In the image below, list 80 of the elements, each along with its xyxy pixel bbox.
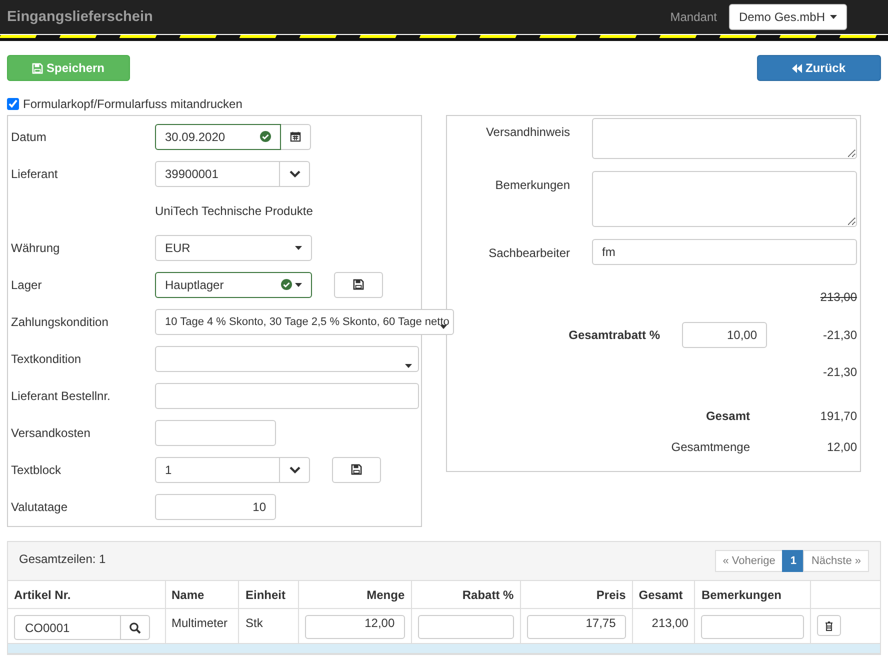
field-label: Lieferant bbox=[10, 166, 59, 180]
column-header: Rabatt % bbox=[411, 581, 520, 608]
page-button[interactable]: « Voherige bbox=[714, 550, 784, 572]
lookup-field[interactable]: 39900001 bbox=[155, 160, 280, 186]
input-field[interactable] bbox=[155, 382, 419, 408]
total-value: 191,70 bbox=[819, 409, 857, 423]
subtotal-value: 213,00 bbox=[820, 290, 857, 304]
floppy-icon bbox=[351, 464, 362, 475]
page-button[interactable]: 1 bbox=[782, 550, 804, 572]
remark-input[interactable] bbox=[701, 615, 804, 639]
column-header: Einheit bbox=[238, 581, 298, 608]
caret-icon bbox=[295, 246, 302, 250]
quantity-value: 12,00 bbox=[826, 440, 857, 454]
back-button[interactable]: Zurück bbox=[757, 55, 881, 81]
cell-input[interactable]: 17,75 bbox=[526, 615, 626, 639]
input-field[interactable]: fm bbox=[592, 239, 857, 265]
discount-label: Gesamtrabatt % bbox=[568, 328, 660, 342]
discount-input[interactable]: 10,00 bbox=[682, 322, 767, 348]
chevron-down-icon bbox=[288, 170, 300, 178]
checkbox-label: Formularkopf/Formularfuss mitandrucken bbox=[23, 97, 242, 111]
double-arrow-left-icon bbox=[792, 64, 802, 72]
page-button[interactable]: Nächste » bbox=[803, 550, 869, 572]
calendar-button[interactable] bbox=[281, 124, 311, 150]
field-label: Textkondition bbox=[10, 352, 82, 366]
row-count: Gesamtzeilen: 1 bbox=[19, 552, 106, 568]
page-title: Eingangslieferschein bbox=[7, 9, 154, 25]
floppy-icon bbox=[353, 279, 364, 290]
column-header: Artikel Nr. bbox=[8, 581, 166, 608]
date-field[interactable]: 30.09.2020 bbox=[155, 124, 281, 150]
select-field[interactable]: EUR bbox=[155, 234, 312, 260]
field-label: Versandkosten bbox=[10, 426, 92, 440]
save-button[interactable] bbox=[332, 456, 381, 482]
input-field[interactable] bbox=[155, 420, 276, 446]
check-circle-icon bbox=[281, 279, 292, 290]
mandant-label: Mandant bbox=[670, 10, 717, 24]
supplier-name: UniTech Technische Produkte bbox=[155, 204, 313, 218]
chevron-down-icon bbox=[288, 466, 300, 474]
print-checkbox[interactable] bbox=[7, 98, 19, 110]
field-label: Lager bbox=[10, 278, 43, 292]
field-label: Versandhinweis bbox=[484, 124, 570, 141]
column-header: Preis bbox=[520, 581, 632, 608]
column-header: Menge bbox=[298, 581, 412, 608]
check-circle-icon bbox=[260, 131, 271, 142]
field-label: Sachbearbeiter bbox=[488, 245, 570, 262]
delete-button[interactable] bbox=[817, 615, 842, 636]
discount-amount: -21,30 bbox=[822, 328, 857, 342]
total-label: Gesamt bbox=[706, 409, 750, 423]
field-label: Bemerkungen bbox=[494, 177, 570, 194]
caret-icon bbox=[830, 15, 837, 19]
select-field[interactable] bbox=[155, 346, 419, 372]
field-label: Währung bbox=[10, 240, 61, 254]
discount-total: -21,30 bbox=[822, 365, 857, 379]
dropdown-button[interactable] bbox=[280, 456, 310, 482]
lookup-field[interactable]: 1 bbox=[155, 456, 280, 482]
mandant-dropdown[interactable]: Demo Ges.mbH bbox=[728, 4, 847, 30]
caret-icon bbox=[440, 324, 448, 328]
field-label: Textblock bbox=[10, 462, 62, 476]
article-input[interactable]: CO0001 bbox=[14, 615, 121, 640]
column-header: Bemerkungen bbox=[694, 581, 811, 608]
select-field[interactable]: Hauptlager bbox=[155, 272, 312, 298]
field-label: Lieferant Bestellnr. bbox=[10, 388, 112, 402]
field-label: Valutatage bbox=[10, 500, 68, 514]
field-label: Datum bbox=[10, 130, 48, 144]
select-field[interactable]: 10 Tage 4 % Skonto, 30 Tage 2,5 % Skonto, 60 Tage netto bbox=[155, 308, 454, 334]
quantity-label: Gesamtmenge bbox=[671, 440, 750, 454]
trash-icon bbox=[825, 620, 834, 630]
cell-input[interactable]: 12,00 bbox=[304, 615, 405, 639]
dropdown-button[interactable] bbox=[280, 160, 310, 186]
field-label: Zahlungskondition bbox=[10, 314, 110, 328]
column-header: Name bbox=[165, 581, 239, 608]
search-button[interactable] bbox=[121, 615, 150, 640]
floppy-icon bbox=[32, 62, 44, 74]
save-button[interactable] bbox=[334, 272, 383, 298]
column-header: Gesamt bbox=[632, 581, 695, 608]
calendar-icon bbox=[290, 131, 301, 142]
cell-input[interactable] bbox=[418, 615, 514, 639]
caret-icon bbox=[295, 282, 302, 286]
caret-icon bbox=[405, 364, 412, 368]
input-field[interactable]: 10 bbox=[155, 494, 276, 520]
search-icon bbox=[129, 622, 141, 634]
